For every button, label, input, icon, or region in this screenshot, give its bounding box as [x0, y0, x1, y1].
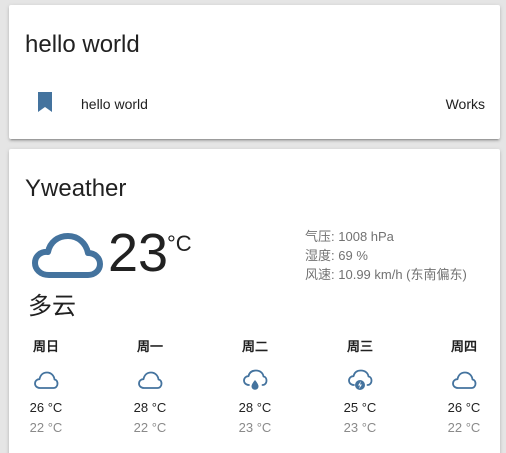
thunderstorm-cloud-icon	[348, 369, 373, 390]
forecast-day: 周日 26 °C 22 °C	[16, 337, 76, 437]
forecast-high: 28 °C	[238, 400, 272, 415]
rain-cloud-icon	[243, 369, 268, 390]
weather-card[interactable]: Yweather 23 °C 多云 气压: 1008 hPa 湿度: 69 % …	[9, 149, 500, 453]
pressure-label: 气压	[305, 229, 332, 244]
forecast-low: 22 °C	[29, 420, 63, 435]
pressure-attribute: 气压: 1008 hPa	[305, 229, 394, 244]
current-condition: 多云	[28, 293, 76, 320]
entity-row[interactable]: hello world Works	[9, 85, 500, 125]
forecast-day-name: 周三	[346, 339, 373, 354]
cloud-icon	[32, 233, 103, 278]
cloud-icon	[138, 371, 163, 389]
forecast-high: 26 °C	[447, 400, 481, 415]
forecast-day: 周四 26 °C 22 °C	[434, 337, 494, 437]
forecast-high: 26 °C	[29, 400, 63, 415]
forecast-low: 23 °C	[238, 420, 272, 435]
forecast-low: 23 °C	[343, 420, 377, 435]
pressure-value: 1008 hPa	[338, 229, 394, 244]
forecast: 周日 26 °C 22 °C 周一 28 °C 22 °C 周二 28 °C 2…	[9, 337, 500, 437]
entity-name: hello world	[81, 96, 148, 112]
humidity-value: 69 %	[338, 248, 368, 263]
entities-card-title: hello world	[25, 31, 140, 58]
temperature-unit: °C	[167, 231, 192, 256]
entities-card: hello world hello world Works	[9, 5, 500, 139]
wind-speed-value: 10.99 km/h (东南偏东)	[338, 267, 467, 282]
forecast-day: 周二 28 °C 23 °C	[225, 337, 285, 437]
forecast-high: 28 °C	[133, 400, 167, 415]
forecast-day-name: 周一	[136, 339, 163, 354]
cloud-icon	[34, 371, 59, 389]
forecast-high: 25 °C	[343, 400, 377, 415]
forecast-day-name: 周日	[32, 339, 59, 354]
humidity-label: 湿度	[305, 248, 332, 263]
weather-card-title: Yweather	[25, 175, 127, 202]
entity-state: Works	[445, 96, 485, 112]
forecast-day: 周三 25 °C 23 °C	[330, 337, 390, 437]
forecast-day-name: 周二	[241, 339, 268, 354]
forecast-day-name: 周四	[450, 339, 477, 354]
bookmark-icon	[38, 92, 52, 112]
cloud-icon	[452, 371, 477, 389]
forecast-low: 22 °C	[447, 420, 481, 435]
wind-speed-label: 风速	[305, 267, 332, 282]
forecast-low: 22 °C	[133, 420, 167, 435]
forecast-day: 周一 28 °C 22 °C	[120, 337, 180, 437]
current-temperature: 23	[108, 223, 169, 283]
wind-speed-attribute: 风速: 10.99 km/h (东南偏东)	[305, 267, 467, 282]
humidity-attribute: 湿度: 69 %	[305, 248, 368, 263]
weather-attributes: 气压: 1008 hPa 湿度: 69 % 风速: 10.99 km/h (东南…	[305, 227, 467, 284]
